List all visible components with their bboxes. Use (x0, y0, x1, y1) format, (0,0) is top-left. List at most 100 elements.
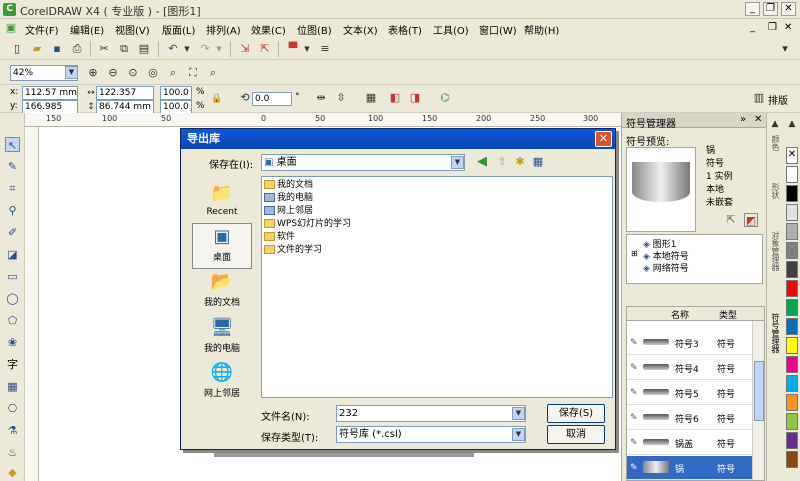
zoom-out-icon[interactable]: ⊖ (106, 66, 120, 80)
undo-icon[interactable]: ↶ (166, 42, 180, 56)
cut-icon[interactable]: ✂ (97, 42, 111, 56)
restore-button[interactable]: ❐ (763, 2, 778, 16)
tab-object-manager[interactable]: 对象管理器 (770, 231, 781, 271)
color-swatch[interactable] (786, 299, 798, 316)
menu-text[interactable]: 文本(X) (343, 22, 378, 37)
chevron-up-icon[interactable]: ▲ (785, 117, 799, 131)
dialog-close-button[interactable]: ✕ (595, 131, 612, 147)
table-row[interactable]: ✎ 锅盖 符号 (627, 431, 764, 455)
chevron-down-icon[interactable]: ▼ (512, 407, 525, 420)
export-icon[interactable]: ⇱ (258, 42, 272, 56)
menu-window[interactable]: 窗口(W) (479, 22, 517, 37)
menu-edit[interactable]: 编辑(E) (70, 22, 104, 37)
color-swatch[interactable] (786, 337, 798, 354)
new-icon[interactable]: ▯ (10, 42, 24, 56)
print-icon[interactable]: ⎙ (70, 42, 84, 56)
color-swatch[interactable] (786, 223, 798, 240)
shape-tool-icon[interactable]: ✎ (5, 159, 20, 174)
color-swatch[interactable] (786, 394, 798, 411)
color-swatch[interactable] (786, 318, 798, 335)
color-swatch[interactable] (786, 413, 798, 430)
tree-item-network-symbols[interactable]: ◈ 网络符号 (643, 261, 689, 274)
table-row[interactable]: ✎ 符号4 符号 (627, 356, 764, 380)
list-item[interactable]: 软件 (264, 231, 295, 243)
to-back-icon[interactable]: ◨ (408, 91, 422, 105)
fill-tool-icon[interactable]: ◆ (5, 465, 20, 480)
paste-icon[interactable]: ▤ (137, 42, 151, 56)
place-my-documents[interactable]: 📂 我的文档 (192, 269, 252, 315)
color-swatch[interactable] (786, 261, 798, 278)
zoom-tool-icon[interactable]: ⚲ (5, 203, 20, 218)
import-icon[interactable]: ⇲ (238, 42, 252, 56)
doc-close-button[interactable]: ✕ (784, 22, 792, 33)
lock-ratio-icon[interactable]: 🔒 (210, 92, 224, 106)
zoom-selected-icon[interactable]: ⊙ (126, 66, 140, 80)
outline-tool-icon[interactable]: ♨ (5, 445, 20, 460)
symbol-list-scrollbar[interactable] (752, 321, 764, 480)
view-menu-icon[interactable]: ▦ (531, 155, 545, 169)
save-icon[interactable]: ▪ (50, 42, 64, 56)
place-my-computer[interactable]: 🖥 我的电脑 (192, 315, 252, 361)
color-swatch[interactable] (786, 356, 798, 373)
toolbar-options-icon[interactable]: ▾ (778, 42, 792, 56)
chevron-down-icon[interactable]: ▼ (512, 428, 525, 441)
table-row[interactable]: ✎ 符号5 符号 (627, 381, 764, 405)
zoom-all-icon[interactable]: ◎ (146, 66, 160, 80)
polygon-tool-icon[interactable]: ⬠ (5, 313, 20, 328)
docker-collapse-icon[interactable]: » (740, 114, 746, 125)
up-folder-icon[interactable]: ⇧ (495, 155, 509, 169)
back-icon[interactable]: ◀ (475, 155, 489, 169)
menu-tools[interactable]: 工具(O) (433, 22, 469, 37)
align-distribute-icon[interactable]: ▦ (364, 91, 378, 105)
tab-color[interactable]: 颜色 (770, 135, 781, 151)
list-item[interactable]: WPS幻灯片的学习 (264, 218, 351, 230)
close-button[interactable]: ✕ (781, 2, 796, 16)
scale-y-field[interactable]: 100.0 (160, 100, 192, 114)
color-swatch[interactable] (786, 185, 798, 202)
export-symbol-icon[interactable]: ⇱ (724, 213, 738, 227)
file-list[interactable]: 我的文档 我的电脑 网上邻居 WPS幻灯片的学习 软件 文件的学习 (261, 176, 613, 398)
expand-icon[interactable]: ⊞ (631, 249, 638, 258)
color-swatch[interactable] (786, 204, 798, 221)
x-position-field[interactable]: 112.57 mm (22, 86, 78, 100)
zoom-page-icon[interactable]: ⌕ (166, 66, 180, 80)
color-swatch[interactable] (786, 451, 798, 468)
zoom-in-icon[interactable]: ⊕ (86, 66, 100, 80)
color-swatch[interactable] (786, 242, 798, 259)
welcome-screen-icon[interactable]: ≡ (318, 42, 332, 56)
mirror-horizontal-icon[interactable]: ⇹ (314, 91, 328, 105)
scale-x-field[interactable]: 100.0 (160, 86, 192, 100)
filename-input[interactable]: 232 (336, 405, 526, 422)
minimize-button[interactable]: _ (745, 2, 760, 16)
table-tool-icon[interactable]: ▦ (5, 379, 20, 394)
arrange-icon[interactable]: ▥ (752, 91, 766, 105)
table-row[interactable]: ✎ 符号3 符号 (627, 331, 764, 355)
scrollbar-thumb[interactable] (754, 361, 764, 421)
menu-view[interactable]: 视图(V) (115, 22, 150, 37)
freehand-tool-icon[interactable]: ✐ (5, 225, 20, 240)
application-launcher-icon[interactable]: ▀ (286, 42, 300, 56)
launcher-dropdown-icon[interactable]: ▼ (300, 42, 314, 56)
doc-restore-button[interactable]: ❐ (768, 22, 777, 33)
place-recent[interactable]: 📁 Recent (192, 181, 252, 227)
save-in-combo[interactable]: ▣ 桌面 (261, 154, 465, 171)
filetype-select[interactable]: 符号库 (*.csl) (336, 426, 526, 443)
new-folder-icon[interactable]: ✱ (513, 155, 527, 169)
arrange-button[interactable]: 排版 (768, 92, 788, 107)
column-header-type[interactable]: 类型 (719, 308, 737, 321)
pick-tool-icon[interactable]: ↖ (5, 137, 20, 152)
menu-help[interactable]: 帮助(H) (524, 22, 559, 37)
crop-tool-icon[interactable]: ⌗ (5, 181, 20, 196)
docker-close-icon[interactable]: ✕ (754, 114, 762, 125)
chevron-down-icon[interactable]: ▼ (65, 66, 78, 79)
cancel-button[interactable]: 取消 (547, 425, 605, 444)
document-icon[interactable]: ▣ (4, 21, 18, 35)
color-swatch[interactable] (786, 432, 798, 449)
convert-to-curves-icon[interactable]: ⌬ (438, 91, 452, 105)
list-item[interactable]: 文件的学习 (264, 244, 322, 256)
menu-layout[interactable]: 版面(L) (162, 22, 195, 37)
redo-dropdown-icon[interactable]: ▼ (212, 42, 226, 56)
list-item[interactable]: 我的电脑 (264, 192, 313, 204)
rectangle-tool-icon[interactable]: ▭ (5, 269, 20, 284)
list-item[interactable]: 网上邻居 (264, 205, 313, 217)
